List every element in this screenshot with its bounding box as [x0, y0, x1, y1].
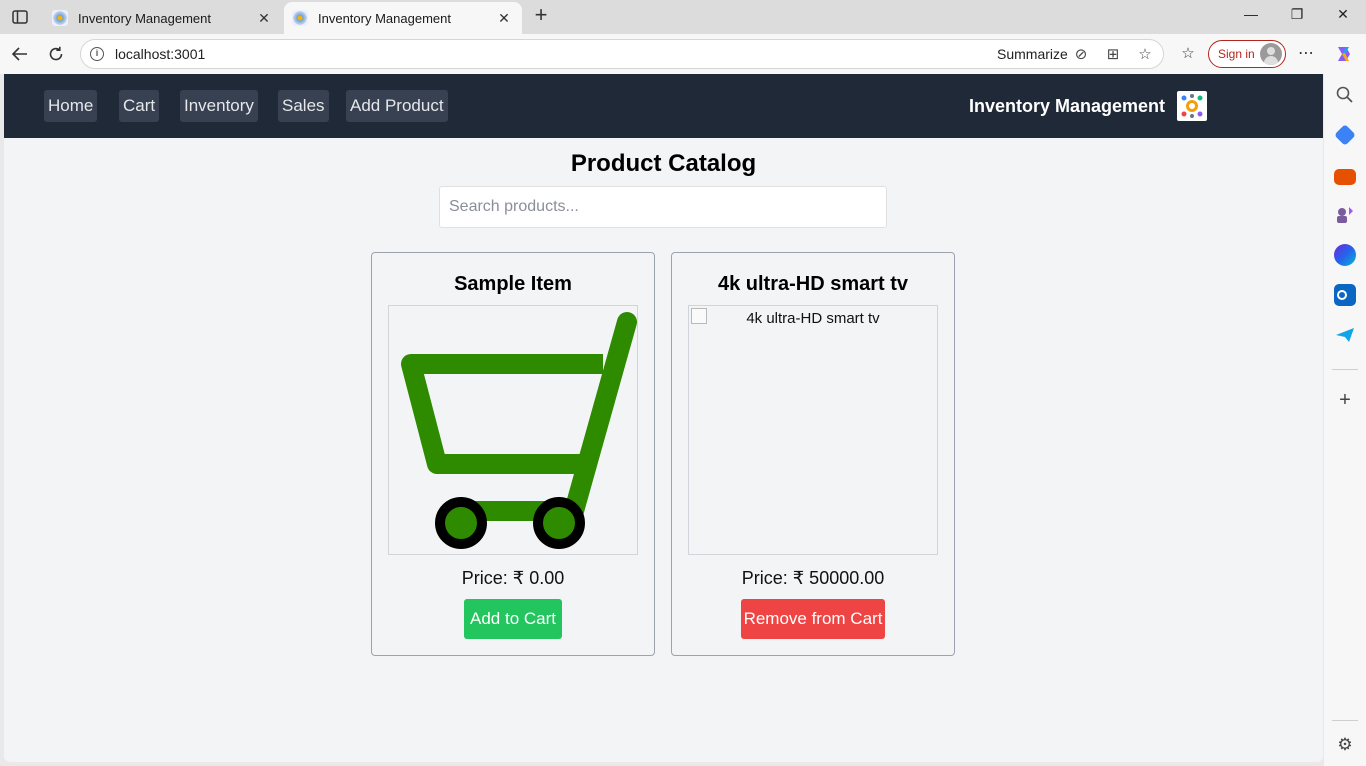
site-info-icon[interactable]: i: [90, 47, 104, 61]
tab-actions-icon[interactable]: [8, 6, 32, 28]
favorites-icon[interactable]: ☆: [1177, 42, 1199, 64]
brand-title: Inventory Management: [969, 96, 1166, 116]
browser-tab-2[interactable]: Inventory Management ✕: [284, 2, 522, 34]
sidebar-divider: [1332, 720, 1358, 721]
search-icon[interactable]: [1334, 84, 1356, 106]
tab-title: Inventory Management: [318, 10, 451, 26]
browser-tab-bar: Inventory Management ✕ Inventory Managem…: [0, 0, 1366, 34]
microsoft365-icon[interactable]: [1334, 244, 1356, 266]
product-image: [388, 305, 638, 555]
page-title: Product Catalog: [570, 150, 757, 177]
add-icon[interactable]: +: [1334, 390, 1356, 412]
refresh-icon[interactable]: [44, 42, 68, 66]
new-tab-icon[interactable]: +: [530, 4, 552, 27]
window-close-icon[interactable]: ✕: [1332, 6, 1354, 28]
sign-in-button[interactable]: Sign in: [1208, 40, 1286, 68]
browser-sidebar: + ⚙: [1324, 74, 1366, 766]
summarize-button[interactable]: Summarize: [997, 46, 1068, 62]
url-text[interactable]: localhost:3001: [115, 46, 205, 62]
nav-sales-link[interactable]: Sales: [278, 90, 329, 122]
inventory-logo-icon: [1177, 91, 1207, 121]
settings-gear-icon[interactable]: ⚙: [1334, 734, 1356, 756]
app-favicon-icon: [52, 10, 68, 26]
sign-in-label: Sign in: [1218, 47, 1255, 61]
image-alt-text: 4k ultra-HD smart tv: [746, 310, 880, 327]
close-icon[interactable]: ✕: [254, 8, 274, 28]
games-icon[interactable]: [1334, 204, 1356, 226]
more-menu-icon[interactable]: ⋯: [1295, 42, 1317, 64]
nav-cart-link[interactable]: Cart: [119, 90, 160, 122]
back-arrow-icon[interactable]: [8, 42, 32, 66]
nav-inventory-link[interactable]: Inventory: [180, 90, 258, 122]
browser-tab-1[interactable]: Inventory Management ✕: [44, 2, 282, 34]
favorite-star-icon[interactable]: ☆: [1136, 45, 1154, 63]
product-card: 4k ultra-HD smart tv 4k ultra-HD smart t…: [671, 252, 955, 656]
avatar: [1260, 43, 1282, 65]
shopping-tag-icon[interactable]: [1334, 124, 1356, 146]
address-bar[interactable]: i localhost:3001 Summarize ⊘ ⊞ ☆: [80, 39, 1164, 69]
restore-icon[interactable]: ❐: [1286, 6, 1308, 28]
tools-icon[interactable]: [1334, 169, 1356, 185]
close-icon[interactable]: ✕: [494, 8, 514, 28]
tab-title: Inventory Management: [78, 10, 211, 26]
product-name: Sample Item: [454, 273, 572, 295]
nav-home-link[interactable]: Home: [44, 90, 98, 122]
app-favicon-icon: [292, 10, 308, 26]
nav-add-product-link[interactable]: Add Product: [346, 90, 448, 122]
product-price: Price: ₹ 50000.00: [741, 568, 885, 588]
product-image-broken: 4k ultra-HD smart tv: [688, 305, 938, 555]
sidebar-divider: [1332, 369, 1358, 370]
remove-from-cart-button[interactable]: Remove from Cart: [741, 599, 885, 639]
shopping-cart-icon: [401, 312, 637, 549]
add-to-cart-button[interactable]: Add to Cart: [464, 599, 562, 639]
minimize-icon[interactable]: —: [1240, 6, 1262, 28]
copilot-tool-icon[interactable]: ⊘: [1072, 45, 1090, 63]
browser-toolbar: i localhost:3001 Summarize ⊘ ⊞ ☆: [0, 34, 1366, 74]
outlook-icon[interactable]: [1334, 284, 1356, 306]
apps-icon[interactable]: ⊞: [1104, 45, 1122, 63]
product-price: Price: ₹ 0.00: [461, 568, 565, 588]
product-card: Sample Item Price: ₹ 0.00 Add to Cart: [371, 252, 655, 656]
page-viewport: Home Cart Inventory Sales Add Product In…: [4, 74, 1323, 762]
copilot-icon[interactable]: [1333, 43, 1355, 65]
product-name: 4k ultra-HD smart tv: [717, 273, 909, 295]
search-input[interactable]: [439, 186, 887, 228]
app-navbar: Home Cart Inventory Sales Add Product In…: [4, 74, 1323, 138]
send-icon[interactable]: [1334, 324, 1356, 346]
